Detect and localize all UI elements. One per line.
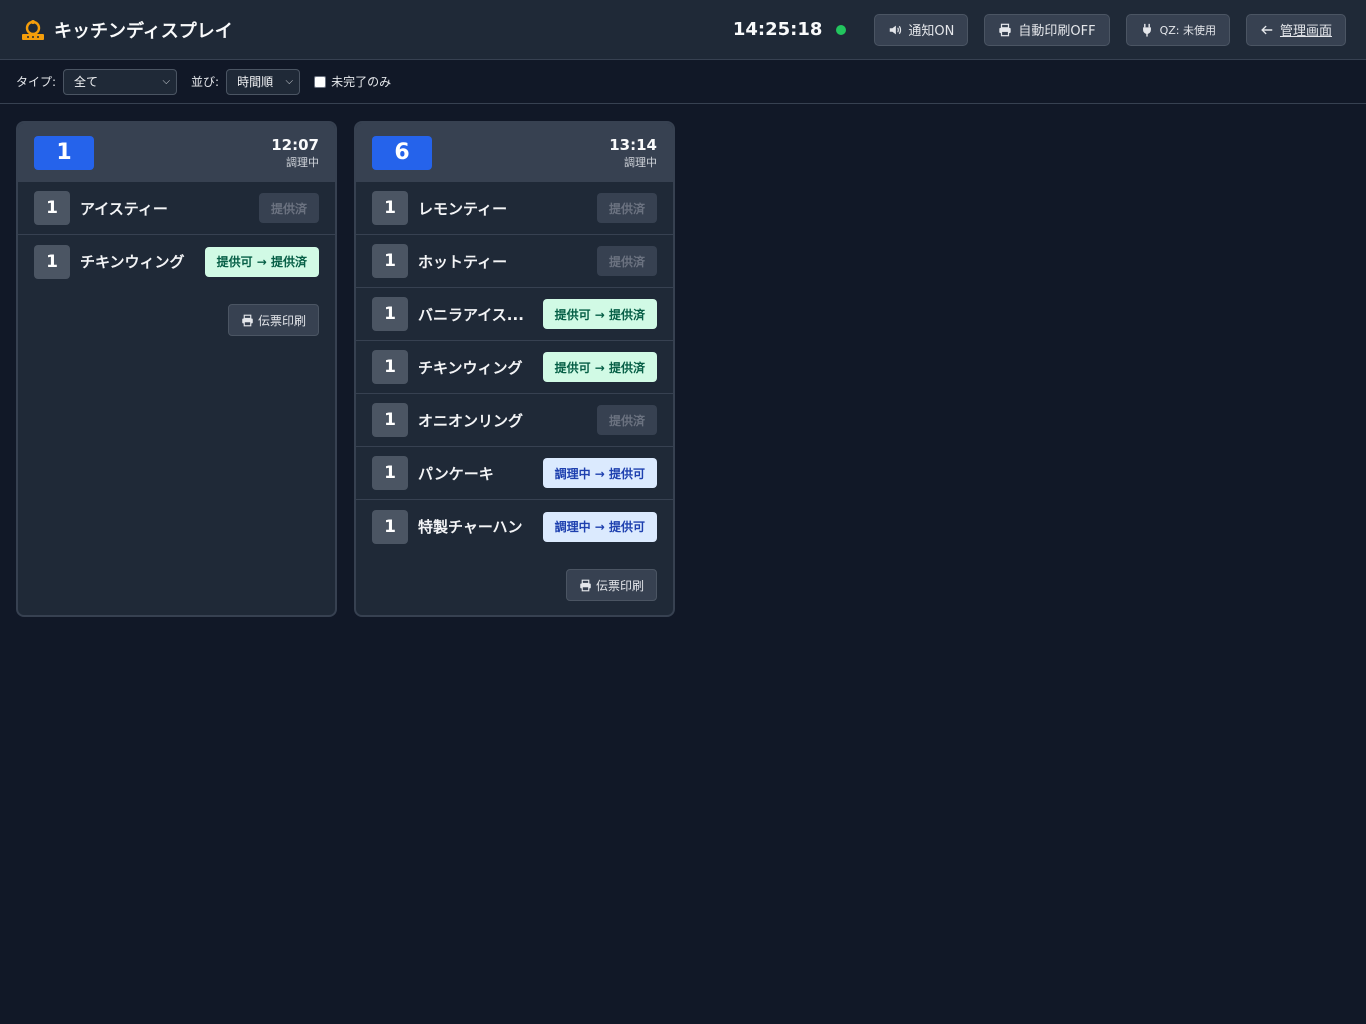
- item-name: レモンティー: [418, 199, 508, 218]
- notify-toggle-button[interactable]: 通知ON: [874, 13, 969, 46]
- item-status-button[interactable]: 提供済: [596, 246, 657, 276]
- item-name: オニオンリング: [418, 411, 524, 430]
- item-status-button[interactable]: 調理中 → 提供可: [542, 511, 657, 542]
- table-number-badge: 6: [372, 135, 432, 170]
- autoprint-toggle-button[interactable]: 自動印刷OFF: [984, 13, 1110, 46]
- item-status-button[interactable]: 提供可 → 提供済: [542, 352, 657, 382]
- item-quantity: 1: [372, 403, 408, 437]
- order-item-row: 1 ホットティー 提供済: [356, 235, 673, 288]
- item-name: チキンウィング: [80, 253, 185, 271]
- arrow-left-icon: [1261, 25, 1273, 34]
- filter-bar: タイプ: 全て ⌵ 並び: 時間順 ⌵ 未完了のみ: [0, 60, 1366, 104]
- print-slip-label: 伝票印刷: [595, 578, 644, 593]
- order-status: 調理中: [624, 155, 657, 169]
- speaker-icon: [890, 25, 902, 34]
- printer-icon: [242, 314, 253, 326]
- connection-status-indicator: [836, 24, 847, 35]
- orders-board: 1 12:07 調理中 1 アイスティー 提供済 1 チキンウィング 提供可 →…: [0, 104, 1366, 634]
- item-quantity: 1: [34, 191, 70, 225]
- item-quantity: 1: [372, 350, 408, 384]
- item-quantity: 1: [372, 509, 408, 544]
- item-quantity: 1: [372, 244, 408, 278]
- order-item-row: 1 アイスティー 提供済: [18, 182, 335, 235]
- item-status-button[interactable]: 提供済: [596, 193, 657, 223]
- item-name: チキンウィング: [418, 358, 523, 377]
- item-quantity: 1: [372, 191, 408, 225]
- print-slip-label: 伝票印刷: [257, 313, 306, 328]
- order-time: 12:07: [271, 135, 319, 154]
- clock: 14:25:18: [732, 19, 823, 40]
- type-filter-value: 全て: [74, 75, 99, 89]
- manage-screen-button[interactable]: 管理画面: [1245, 13, 1346, 46]
- chef-hat-icon: [22, 19, 44, 40]
- item-status-button[interactable]: 提供済: [596, 405, 657, 435]
- order-card-header: 1 12:07 調理中: [18, 123, 335, 182]
- order-item-row: 1 チキンウィング 提供可 → 提供済: [18, 235, 335, 288]
- order-card: 6 13:14 調理中 1 レモンティー 提供済 1 ホットティー 提供済 1 …: [354, 121, 675, 617]
- incomplete-only-checkbox[interactable]: [314, 75, 327, 88]
- item-status-button[interactable]: 調理中 → 提供可: [542, 458, 657, 488]
- sort-select[interactable]: 時間順 ⌵: [226, 68, 301, 95]
- item-name: 特製チャーハン: [418, 518, 523, 536]
- printer-icon: [999, 23, 1012, 36]
- order-time: 13:14: [609, 135, 657, 154]
- sort-label: 並び:: [191, 75, 220, 89]
- top-bar: キッチンディスプレイ 14:25:18 通知ON 自動印刷OFF QZ: 未使用: [0, 0, 1366, 60]
- item-status-button[interactable]: 提供済: [258, 193, 319, 223]
- order-item-row: 1 オニオンリング 提供済: [356, 394, 673, 447]
- manage-label: 管理画面: [1279, 24, 1332, 39]
- item-name: バニラアイス...: [418, 305, 524, 324]
- plug-icon: [1142, 23, 1151, 37]
- print-slip-button[interactable]: 伝票印刷: [565, 569, 657, 601]
- chevron-down-icon: ⌵: [162, 76, 171, 87]
- item-quantity: 1: [372, 456, 408, 490]
- item-quantity: 1: [34, 244, 70, 279]
- item-status-button[interactable]: 提供可 → 提供済: [204, 246, 319, 277]
- table-number-badge: 1: [34, 135, 94, 170]
- item-name: パンケーキ: [418, 464, 494, 483]
- printer-icon: [580, 579, 591, 591]
- item-quantity: 1: [372, 297, 408, 331]
- order-item-row: 1 特製チャーハン 調理中 → 提供可: [356, 500, 673, 553]
- chevron-down-icon: ⌵: [285, 76, 294, 87]
- qz-label: QZ: 未使用: [1159, 23, 1216, 37]
- app-title: キッチンディスプレイ: [54, 20, 233, 42]
- print-slip-button[interactable]: 伝票印刷: [227, 304, 319, 336]
- brand: キッチンディスプレイ: [20, 17, 233, 43]
- autoprint-label: 自動印刷OFF: [1018, 24, 1096, 39]
- item-status-button[interactable]: 提供可 → 提供済: [542, 299, 657, 329]
- type-filter-label: タイプ:: [16, 75, 57, 89]
- order-card-header: 6 13:14 調理中: [356, 123, 673, 182]
- order-item-row: 1 チキンウィング 提供可 → 提供済: [356, 341, 673, 394]
- qz-status-button[interactable]: QZ: 未使用: [1125, 13, 1230, 46]
- item-name: ホットティー: [418, 252, 508, 271]
- order-item-row: 1 パンケーキ 調理中 → 提供可: [356, 447, 673, 500]
- item-name: アイスティー: [80, 199, 168, 218]
- incomplete-only-label: 未完了のみ: [331, 75, 392, 89]
- order-item-row: 1 バニラアイス... 提供可 → 提供済: [356, 288, 673, 341]
- order-card: 1 12:07 調理中 1 アイスティー 提供済 1 チキンウィング 提供可 →…: [16, 121, 337, 617]
- order-status: 調理中: [286, 155, 319, 169]
- order-item-row: 1 レモンティー 提供済: [356, 182, 673, 235]
- type-filter-select[interactable]: 全て ⌵: [63, 68, 178, 95]
- notify-label: 通知ON: [908, 24, 955, 39]
- sort-value: 時間順: [237, 75, 274, 89]
